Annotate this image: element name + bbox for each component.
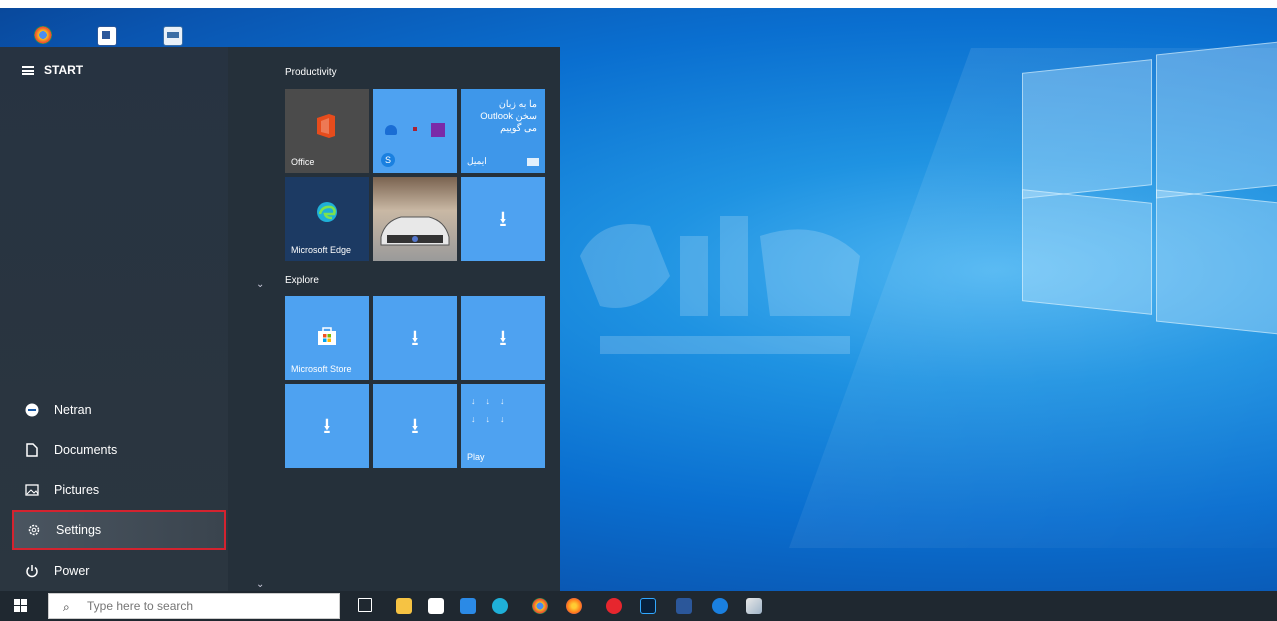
mail-tile-text: ما به زبان Outlook سخن می گوییم	[480, 99, 537, 135]
nav-item-account[interactable]: Netran	[12, 391, 226, 429]
edge-icon[interactable]	[492, 598, 508, 614]
window-app-icon[interactable]	[163, 26, 183, 46]
download-icon: ⭳	[411, 413, 419, 438]
desktop-icons	[0, 8, 230, 48]
pictures-icon	[24, 482, 40, 498]
tile-microsoft-store[interactable]: Microsoft Store	[285, 296, 369, 380]
download-icon: ⭳	[411, 325, 419, 350]
taskbar: ⌕	[0, 591, 1277, 621]
file-explorer-icon[interactable]	[396, 598, 412, 614]
tile-label: ایمیل	[467, 156, 487, 166]
start-left-rail: START Netran Documents Pictures Settings	[0, 47, 228, 591]
hamburger-icon[interactable]	[22, 65, 34, 75]
start-button[interactable]	[14, 599, 28, 613]
text-cursor	[330, 597, 331, 615]
nav-item-label: Power	[54, 564, 90, 578]
power-icon	[24, 563, 40, 579]
chrome-icon[interactable]	[532, 598, 548, 614]
tile-photos[interactable]	[373, 177, 457, 261]
tile-download[interactable]: ⭳	[373, 296, 457, 380]
chrome-icon[interactable]	[34, 26, 52, 44]
nav-item-documents[interactable]: Documents	[12, 431, 226, 469]
mail-icon	[527, 158, 539, 166]
opera-icon[interactable]	[606, 598, 622, 614]
store-icon[interactable]	[428, 598, 444, 614]
nav-item-power[interactable]: Power	[12, 552, 226, 590]
download-icon: ⭳	[499, 325, 507, 350]
download-icon: ⭳	[499, 206, 507, 231]
search-icon: ⌕	[63, 600, 70, 614]
nav-item-label: Documents	[54, 443, 118, 457]
download-icon: ⭳	[323, 413, 331, 438]
car-photo	[380, 216, 450, 246]
nav-item-label: Netran	[54, 403, 92, 417]
nav-item-label: Pictures	[54, 483, 100, 497]
store-bag-icon	[318, 327, 336, 345]
mail-icon[interactable]	[460, 598, 476, 614]
tile-label: Play	[467, 452, 485, 462]
start-menu: START Netran Documents Pictures Settings	[0, 47, 560, 591]
tile-label: Microsoft Store	[291, 364, 352, 374]
task-view-icon[interactable]	[358, 598, 372, 612]
notepad-icon[interactable]	[746, 598, 762, 614]
word-document-icon[interactable]	[97, 26, 117, 46]
search-input[interactable]	[85, 598, 319, 614]
tile-download[interactable]: ⭳	[373, 384, 457, 468]
mail-line: ما به زبان	[498, 99, 537, 110]
app-dot-icon	[413, 127, 417, 131]
skype-icon: S	[381, 153, 395, 167]
nav-item-label: Settings	[56, 523, 102, 537]
tile-office[interactable]: Office	[285, 89, 369, 173]
firefox-icon[interactable]	[566, 598, 582, 614]
office-icon	[317, 114, 335, 138]
group-title-productivity: Productivity	[285, 67, 337, 78]
tile-label: Office	[291, 157, 315, 167]
word-icon[interactable]	[676, 598, 692, 614]
start-title: START	[44, 63, 84, 77]
mail-line: Outlook سخن	[480, 111, 537, 122]
windows-logo-pane	[1156, 41, 1277, 199]
document-icon	[24, 442, 40, 458]
tile-play-folder[interactable]: ↓↓↓ ↓↓↓ Play	[461, 384, 545, 468]
tile-microsoft-edge[interactable]: Microsoft Edge	[285, 177, 369, 261]
skype-icon[interactable]	[712, 598, 728, 614]
tile-label: Microsoft Edge	[291, 245, 352, 255]
start-header[interactable]: START	[22, 63, 83, 77]
account-icon	[24, 402, 40, 418]
group-title-explore: Explore	[285, 275, 319, 286]
gear-icon	[26, 522, 42, 538]
onenote-icon	[431, 123, 445, 137]
mail-line: می گوییم	[500, 123, 537, 134]
watermark-logo	[580, 216, 860, 354]
nav-item-settings[interactable]: Settings	[12, 510, 226, 550]
onedrive-icon	[385, 125, 397, 135]
windows-logo-pane	[1022, 189, 1152, 315]
tile-mail[interactable]: ما به زبان Outlook سخن می گوییم ایمیل	[461, 89, 545, 173]
tile-office-apps-folder[interactable]: S	[373, 89, 457, 173]
tile-download[interactable]: ⭳	[461, 296, 545, 380]
tile-download[interactable]: ⭳	[461, 177, 545, 261]
play-folder-mini-icons: ↓↓↓ ↓↓↓	[471, 396, 515, 424]
tile-download[interactable]: ⭳	[285, 384, 369, 468]
windows-logo-pane	[1022, 59, 1152, 199]
nav-item-pictures[interactable]: Pictures	[12, 471, 226, 509]
scroll-chevron-icon[interactable]: ⌄	[256, 579, 264, 590]
windows-logo-pane	[1156, 189, 1277, 335]
chevron-down-icon[interactable]: ⌄	[256, 279, 264, 290]
photoshop-icon[interactable]	[640, 598, 656, 614]
taskbar-search[interactable]: ⌕	[48, 593, 340, 619]
edge-icon	[317, 202, 337, 222]
